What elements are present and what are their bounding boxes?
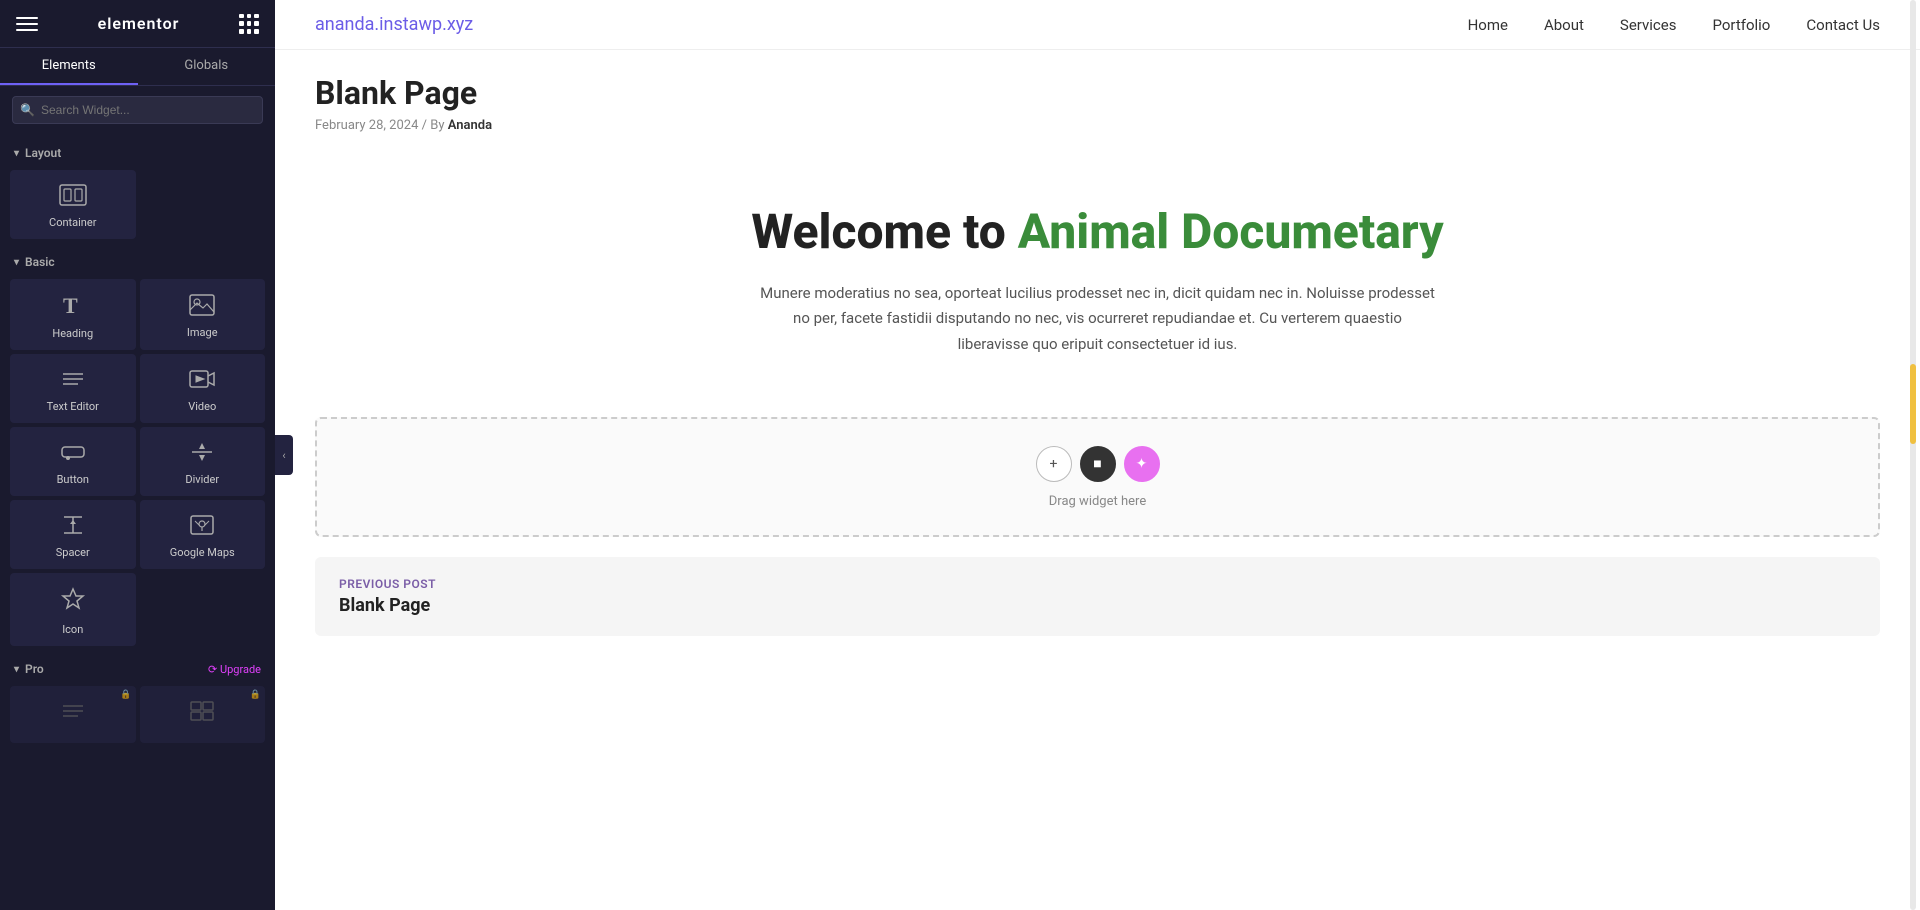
widget-spacer-label: Spacer — [56, 546, 90, 559]
lock-icon: 🔒 — [120, 690, 131, 700]
collapse-handle[interactable]: ‹ — [275, 435, 293, 475]
sidebar-tabs: Elements Globals — [0, 48, 275, 86]
ai-button[interactable]: ✦ — [1124, 446, 1160, 482]
nav-about[interactable]: About — [1544, 16, 1584, 34]
icon-icon — [60, 587, 86, 617]
previous-post-label: PREVIOUS POST — [339, 577, 1856, 591]
button-icon — [60, 441, 86, 467]
search-icon: 🔍 — [20, 103, 35, 117]
hero-heading: Welcome to Animal Documetary — [315, 203, 1880, 261]
page-date: February 28, 2024 — [315, 118, 418, 133]
drop-zone-buttons: + ■ ✦ — [1036, 446, 1160, 482]
search-input[interactable] — [12, 96, 263, 124]
basic-widget-grid: T Heading Image — [0, 275, 275, 650]
widget-text-editor[interactable]: Text Editor — [10, 354, 136, 423]
pro-widget-grid: 🔒 🔒 — [0, 682, 275, 747]
add-widget-button[interactable]: + — [1036, 446, 1072, 482]
section-label-basic: Basic — [0, 243, 275, 275]
section-label-layout: Layout — [0, 134, 275, 166]
widget-button-label: Button — [57, 473, 89, 486]
hamburger-menu-icon[interactable] — [16, 13, 38, 35]
site-nav: Home About Services Portfolio Contact Us — [1468, 16, 1880, 34]
previous-post: PREVIOUS POST Blank Page — [315, 557, 1880, 636]
widget-icon[interactable]: Icon — [10, 573, 136, 646]
pro-widget-1-icon — [60, 700, 86, 727]
widget-divider-label: Divider — [185, 473, 219, 486]
widget-image-label: Image — [187, 326, 218, 339]
hero-section: Welcome to Animal Documetary Munere mode… — [275, 143, 1920, 397]
widget-text-editor-label: Text Editor — [47, 400, 99, 413]
nav-portfolio[interactable]: Portfolio — [1712, 16, 1770, 34]
site-header: ananda.instawp.xyz Home About Services P… — [275, 0, 1920, 50]
nav-contact[interactable]: Contact Us — [1806, 16, 1880, 34]
image-icon — [189, 294, 215, 320]
widget-container[interactable]: Container — [10, 170, 136, 239]
container-icon — [59, 184, 87, 210]
hero-heading-part1: Welcome to — [751, 203, 1017, 260]
sidebar-title: elementor — [98, 14, 180, 33]
nav-services[interactable]: Services — [1620, 16, 1677, 34]
sidebar: elementor Elements Globals 🔍 Layout — [0, 0, 275, 910]
website-frame: ananda.instawp.xyz Home About Services P… — [275, 0, 1920, 910]
widget-container-label: Container — [49, 216, 96, 229]
select-template-button[interactable]: ■ — [1080, 446, 1116, 482]
nav-home[interactable]: Home — [1468, 16, 1508, 34]
hero-subtext: Munere moderatius no sea, oporteat lucil… — [758, 281, 1438, 358]
svg-text:T: T — [63, 293, 78, 317]
hero-heading-highlight: Animal Documetary — [1018, 203, 1444, 260]
text-editor-icon — [60, 368, 86, 394]
widget-video[interactable]: Video — [140, 354, 266, 423]
upgrade-button[interactable]: ⟳ Upgrade — [208, 663, 261, 676]
widget-heading[interactable]: T Heading — [10, 279, 136, 350]
pro-widget-2-icon — [189, 700, 215, 727]
widget-video-label: Video — [188, 400, 216, 413]
tab-elements[interactable]: Elements — [0, 48, 138, 85]
sidebar-body: Layout Container Basic T — [0, 134, 275, 910]
section-label-pro: Pro — [14, 662, 44, 676]
scroll-indicator[interactable] — [1910, 0, 1916, 910]
page-meta: February 28, 2024 / By Ananda — [315, 118, 1880, 133]
pro-widget-2[interactable]: 🔒 — [140, 686, 266, 743]
widget-divider[interactable]: Divider — [140, 427, 266, 496]
widget-icon-label: Icon — [62, 623, 83, 636]
layout-widget-grid: Container — [0, 166, 275, 243]
previous-post-title: Blank Page — [339, 595, 1856, 616]
widget-button[interactable]: Button — [10, 427, 136, 496]
pro-widget-1[interactable]: 🔒 — [10, 686, 136, 743]
page-title-area: Blank Page February 28, 2024 / By Ananda — [275, 50, 1920, 143]
spacer-icon — [60, 514, 86, 540]
google-maps-icon — [189, 514, 215, 540]
pro-section-header: Pro ⟳ Upgrade — [0, 650, 275, 682]
site-logo[interactable]: ananda.instawp.xyz — [315, 14, 473, 35]
drop-zone-label: Drag widget here — [1049, 494, 1146, 509]
scroll-thumb — [1910, 364, 1916, 444]
tab-globals[interactable]: Globals — [138, 48, 276, 85]
grid-menu-icon[interactable] — [239, 14, 259, 34]
heading-icon: T — [61, 293, 85, 321]
video-icon — [189, 368, 215, 394]
drop-zone[interactable]: + ■ ✦ Drag widget here — [315, 417, 1880, 537]
sidebar-search-area: 🔍 — [0, 86, 275, 134]
widget-google-maps-label: Google Maps — [170, 546, 235, 559]
page-meta-by: By — [430, 118, 444, 133]
divider-icon — [189, 441, 215, 467]
sidebar-header: elementor — [0, 0, 275, 48]
widget-heading-label: Heading — [52, 327, 93, 340]
page-meta-sep: / — [422, 118, 427, 133]
lock-icon-2: 🔒 — [250, 690, 261, 700]
page-author: Ananda — [448, 118, 492, 133]
widget-spacer[interactable]: Spacer — [10, 500, 136, 569]
widget-image[interactable]: Image — [140, 279, 266, 350]
page-title: Blank Page — [315, 74, 1880, 112]
widget-google-maps[interactable]: Google Maps — [140, 500, 266, 569]
main-content: ananda.instawp.xyz Home About Services P… — [275, 0, 1920, 910]
